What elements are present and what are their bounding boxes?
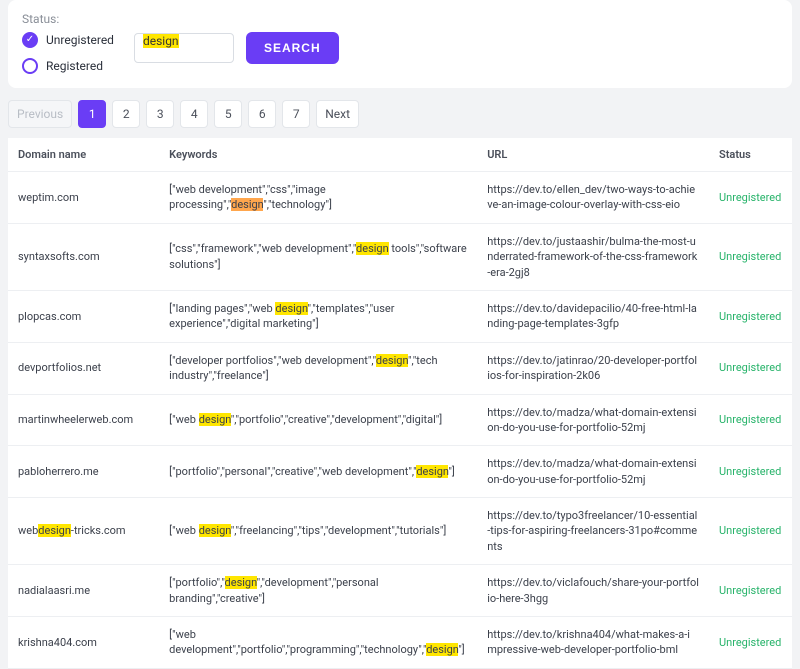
cell-url: https://dev.to/ellen_dev/two-ways-to-ach… (477, 172, 709, 224)
cell-keywords: ["web design","freelancing","tips","deve… (159, 498, 477, 565)
cell-url: https://dev.to/davidepacilio/40-free-htm… (477, 290, 709, 342)
pagination: Previous1234567Next (8, 100, 792, 128)
cell-domain: krishna404.com (8, 617, 159, 669)
filter-panel: Status: Unregistered Registered design SE… (8, 0, 792, 88)
cell-domain: webdesign-tricks.com (8, 498, 159, 565)
page-prev: Previous (8, 100, 72, 128)
col-domain: Domain name (8, 138, 159, 172)
cell-status: Unregistered (709, 223, 792, 290)
results-table: Domain name Keywords URL Status weptim.c… (8, 138, 792, 669)
cell-status: Unregistered (709, 565, 792, 617)
status-option-unregistered[interactable]: Unregistered (22, 32, 114, 48)
table-row: pabloherrero.me["portfolio","personal","… (8, 446, 792, 498)
results-body: weptim.com["web development","css","imag… (8, 172, 792, 669)
cell-url: https://dev.to/viclafouch/share-your-por… (477, 565, 709, 617)
col-keywords: Keywords (159, 138, 477, 172)
cell-status: Unregistered (709, 342, 792, 394)
cell-keywords: ["web development","portfolio","programm… (159, 617, 477, 669)
status-label: Status: (22, 12, 778, 26)
cell-domain: syntaxsofts.com (8, 223, 159, 290)
cell-status: Unregistered (709, 617, 792, 669)
status-option-label: Registered (46, 59, 103, 73)
cell-status: Unregistered (709, 394, 792, 446)
cell-keywords: ["portfolio","design","development","per… (159, 565, 477, 617)
cell-url: https://dev.to/madza/what-domain-extensi… (477, 394, 709, 446)
search-button[interactable]: SEARCH (246, 32, 339, 64)
table-row: krishna404.com["web development","portfo… (8, 617, 792, 669)
page-3[interactable]: 3 (146, 100, 174, 128)
col-status: Status (709, 138, 792, 172)
status-option-registered[interactable]: Registered (22, 58, 114, 74)
cell-domain: nadialaasri.me (8, 565, 159, 617)
cell-domain: martinwheelerweb.com (8, 394, 159, 446)
cell-status: Unregistered (709, 446, 792, 498)
cell-domain: weptim.com (8, 172, 159, 224)
page-4[interactable]: 4 (180, 100, 208, 128)
cell-url: https://dev.to/typo3freelancer/10-essent… (477, 498, 709, 565)
table-row: devportfolios.net["developer portfolios"… (8, 342, 792, 394)
cell-keywords: ["web design","portfolio","creative","de… (159, 394, 477, 446)
page-5[interactable]: 5 (214, 100, 242, 128)
cell-keywords: ["css","framework","web development","de… (159, 223, 477, 290)
cell-domain: devportfolios.net (8, 342, 159, 394)
cell-domain: pabloherrero.me (8, 446, 159, 498)
status-options: Unregistered Registered (22, 32, 114, 74)
cell-status: Unregistered (709, 172, 792, 224)
cell-keywords: ["landing pages","web design","templates… (159, 290, 477, 342)
table-row: weptim.com["web development","css","imag… (8, 172, 792, 224)
cell-status: Unregistered (709, 498, 792, 565)
col-url: URL (477, 138, 709, 172)
page-next[interactable]: Next (316, 100, 359, 128)
cell-domain: plopcas.com (8, 290, 159, 342)
checkbox-empty-icon (22, 58, 38, 74)
checkbox-checked-icon (22, 32, 38, 48)
table-row: martinwheelerweb.com["web design","portf… (8, 394, 792, 446)
page-6[interactable]: 6 (248, 100, 276, 128)
table-row: nadialaasri.me["portfolio","design","dev… (8, 565, 792, 617)
cell-url: https://dev.to/madza/what-domain-extensi… (477, 446, 709, 498)
cell-url: https://dev.to/justaashir/bulma-the-most… (477, 223, 709, 290)
status-option-label: Unregistered (46, 33, 114, 47)
cell-keywords: ["web development","css","image processi… (159, 172, 477, 224)
page-1[interactable]: 1 (78, 100, 106, 128)
page-7[interactable]: 7 (282, 100, 310, 128)
table-row: webdesign-tricks.com["web design","freel… (8, 498, 792, 565)
cell-status: Unregistered (709, 290, 792, 342)
search-input[interactable]: design (134, 33, 234, 63)
cell-url: https://dev.to/krishna404/what-makes-a-i… (477, 617, 709, 669)
table-row: plopcas.com["landing pages","web design"… (8, 290, 792, 342)
cell-url: https://dev.to/jatinrao/20-developer-por… (477, 342, 709, 394)
cell-keywords: ["portfolio","personal","creative","web … (159, 446, 477, 498)
table-row: syntaxsofts.com["css","framework","web d… (8, 223, 792, 290)
cell-keywords: ["developer portfolios","web development… (159, 342, 477, 394)
page-2[interactable]: 2 (112, 100, 140, 128)
